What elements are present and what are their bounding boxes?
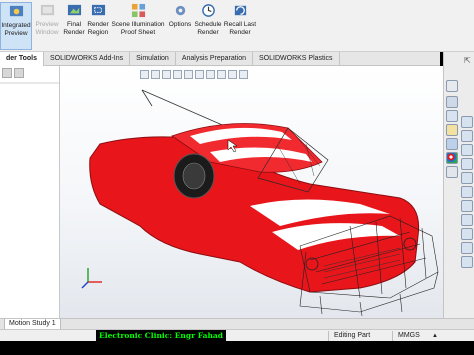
preview-window-button[interactable]: Preview Window	[33, 2, 61, 50]
toolbar-icon-e[interactable]	[461, 172, 473, 184]
options-label: Options	[168, 21, 192, 28]
task-pane: ⇱	[443, 52, 474, 318]
collapse-arrows-icon[interactable]: ⇱	[464, 56, 471, 65]
integrated-preview-icon	[9, 5, 23, 17]
custom-properties-icon[interactable]	[446, 166, 458, 178]
command-manager-ribbon: Integrated Preview Preview Window Final …	[0, 0, 474, 52]
library-icon[interactable]	[446, 110, 458, 122]
status-separator	[392, 331, 393, 341]
bottom-tab-bar: Motion Study 1	[0, 318, 474, 330]
parts-icon[interactable]	[446, 96, 458, 108]
render-region-icon	[91, 4, 105, 16]
panel-toolbar	[2, 68, 24, 78]
graphics-area[interactable]	[60, 66, 443, 318]
render-region-button[interactable]: Render Region	[86, 2, 110, 50]
proof-sheet-label: Scene Illumination Proof Sheet	[111, 21, 165, 36]
command-manager-tabs: der Tools SOLIDWORKS Add-Ins Simulation …	[0, 52, 440, 66]
tab-solidworks-plastics[interactable]: SOLIDWORKS Plastics	[253, 52, 340, 66]
car-model-render	[81, 89, 439, 317]
toolbar-icon-j[interactable]	[461, 242, 473, 254]
options-button[interactable]: Options	[167, 2, 193, 50]
scene-illumination-proof-sheet-button[interactable]: Scene Illumination Proof Sheet	[111, 2, 165, 50]
property-manager-tab-icon[interactable]	[14, 68, 24, 78]
toolbar-icon-b[interactable]	[461, 130, 473, 142]
toolbar-icon-d[interactable]	[461, 158, 473, 170]
schedule-render-label: Schedule Render	[194, 21, 222, 36]
rear-wheel-rim	[182, 162, 206, 190]
recall-last-render-icon	[234, 5, 246, 16]
final-render-icon	[67, 4, 81, 16]
toolbar-icon-h[interactable]	[461, 214, 473, 226]
status-bar: Electronic Clinic: Engr Fahad Editing Pa…	[0, 329, 474, 342]
integrated-preview-button[interactable]: Integrated Preview	[0, 2, 32, 50]
recall-last-render-label: Recall Last Render	[223, 21, 257, 36]
video-letterbox	[0, 341, 474, 355]
file-explorer-icon[interactable]	[446, 124, 458, 136]
options-gear-icon	[175, 5, 185, 16]
toolbar-icon-g[interactable]	[461, 200, 473, 212]
status-separator	[328, 331, 329, 341]
toolbar-icon-c[interactable]	[461, 144, 473, 156]
preview-window-icon	[40, 4, 54, 16]
schedule-render-button[interactable]: Schedule Render	[194, 2, 222, 50]
coordinate-triad	[81, 268, 102, 289]
triad-z-axis	[81, 281, 89, 289]
toolbar-icon-f[interactable]	[461, 186, 473, 198]
tab-solidworks-add-ins[interactable]: SOLIDWORKS Add-Ins	[44, 52, 131, 66]
panel-divider	[0, 82, 59, 84]
preview-window-label: Preview Window	[35, 21, 59, 36]
tab-analysis-preparation[interactable]: Analysis Preparation	[176, 52, 254, 66]
tab-render-tools[interactable]: der Tools	[0, 52, 44, 66]
integrated-preview-label: Integrated Preview	[1, 22, 31, 37]
home-icon[interactable]	[446, 80, 458, 92]
render-region-label: Render Region	[87, 21, 109, 36]
tab-simulation[interactable]: Simulation	[130, 52, 176, 66]
toolbar-icon-k[interactable]	[461, 256, 473, 268]
recall-last-render-button[interactable]: Recall Last Render	[223, 2, 257, 50]
feature-manager-panel	[0, 66, 60, 318]
toolbar-icon-a[interactable]	[461, 116, 473, 128]
feature-tree-tab-icon[interactable]	[2, 68, 12, 78]
final-render-label: Final Render	[63, 21, 85, 36]
view-palette-icon[interactable]	[446, 138, 458, 150]
final-render-button[interactable]: Final Render	[62, 2, 86, 50]
toolbar-icon-i[interactable]	[461, 228, 473, 240]
schedule-render-clock-icon	[201, 4, 215, 17]
appearances-icon[interactable]	[446, 152, 458, 164]
proof-sheet-icon	[131, 3, 145, 18]
